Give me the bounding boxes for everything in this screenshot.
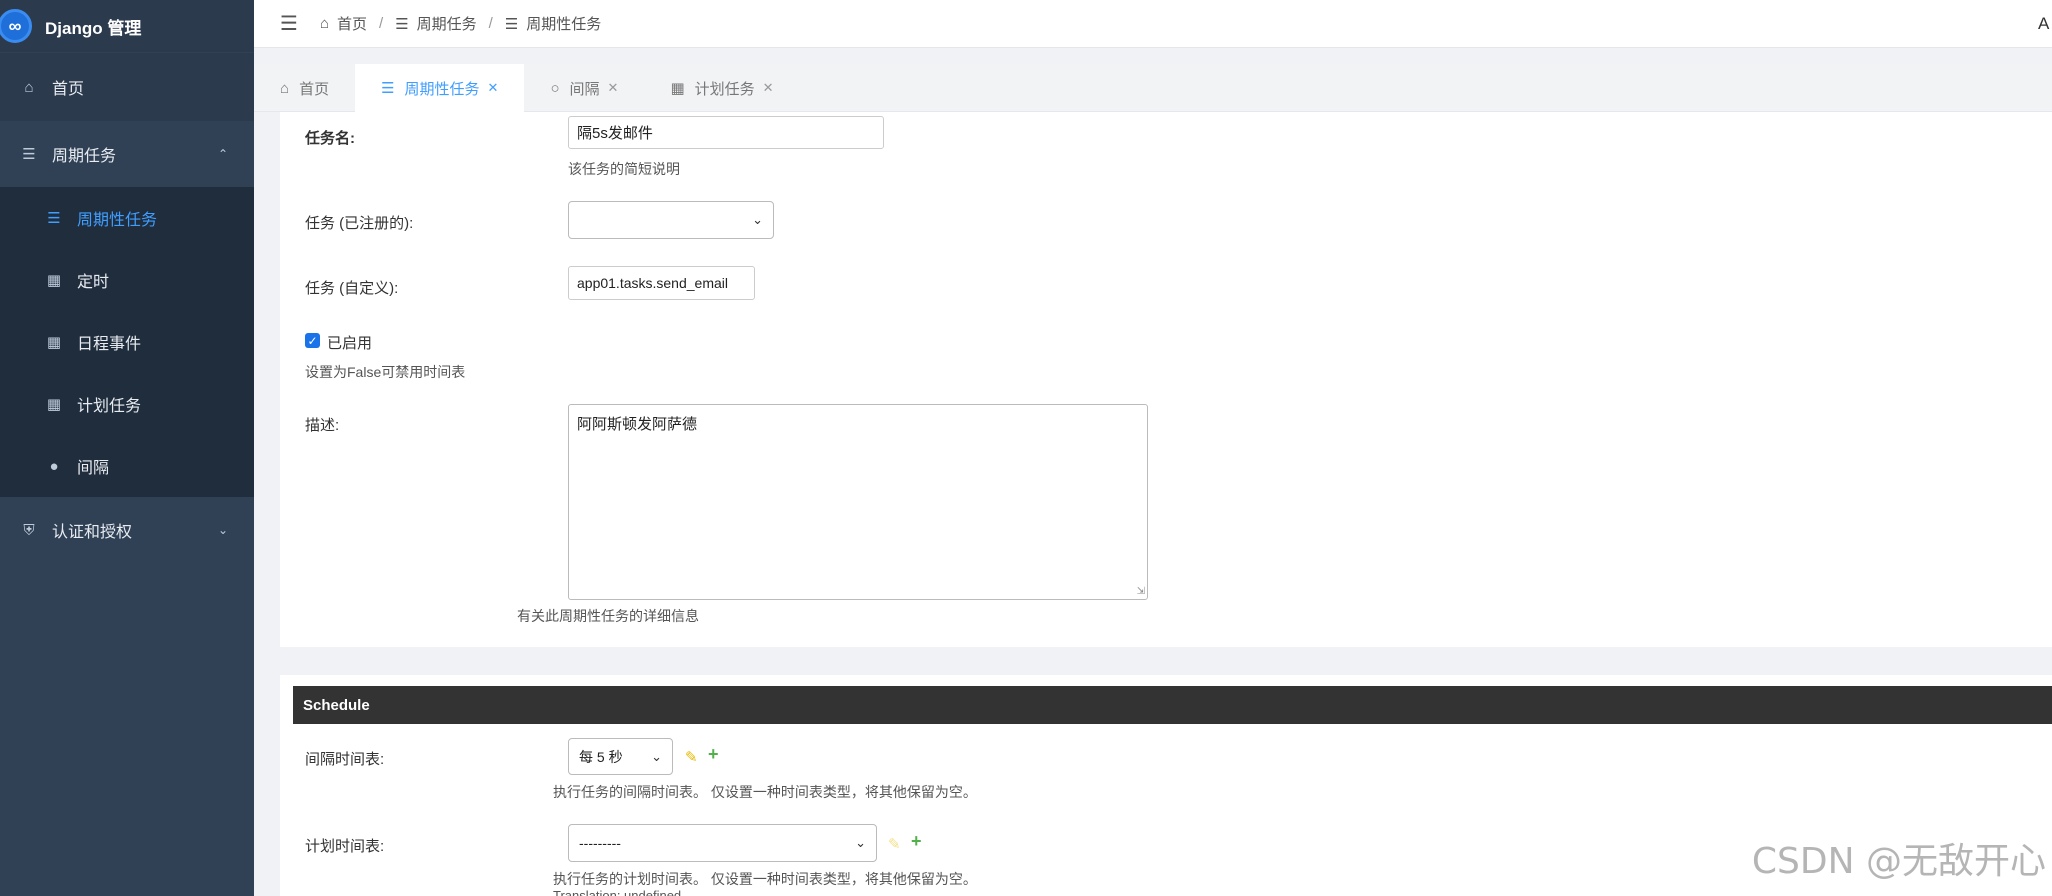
task-registered-label: 任务 (已注册的): [305, 215, 414, 232]
watermark: CSDN @无敌开心 [1751, 841, 2046, 882]
menu-toggle-icon[interactable]: ☰ [280, 11, 298, 36]
sidebar-item-solar[interactable]: ▦ 日程事件 [0, 311, 254, 373]
breadcrumb-periodic-group[interactable]: ☰ 周期任务 [395, 13, 476, 34]
close-icon[interactable]: ✕ [488, 80, 499, 96]
description-textarea[interactable]: 阿阿斯顿发阿萨德 ⇲ [568, 404, 1148, 600]
task-custom-label: 任务 (自定义): [305, 280, 399, 297]
task-custom-input[interactable]: app01.tasks.send_email [568, 266, 755, 300]
calendar-icon: ▦ [46, 272, 62, 289]
logo[interactable]: ∞ Django 管理 [0, 0, 254, 52]
chevron-down-icon: ⌄ [752, 212, 763, 227]
sidebar-item-label: 计划任务 [77, 398, 142, 415]
description-help: 有关此周期性任务的详细信息 [517, 608, 699, 624]
list-icon: ☰ [395, 15, 409, 33]
select-value: 每 5 秒 [579, 748, 623, 765]
home-icon: ⌂ [24, 78, 34, 96]
name-label: 任务名: [305, 130, 355, 147]
top-header: ☰ ⌂ 首页 / ☰ 周期任务 / ☰ 周期性任务 A [254, 0, 2052, 48]
add-plus-icon[interactable]: + [911, 831, 922, 852]
crontab-select[interactable]: --------- ⌄ [568, 824, 877, 862]
calendar-icon: ▦ [46, 334, 62, 351]
tab-crontab[interactable]: ▦ 计划任务 ✕ [644, 64, 799, 112]
enabled-label: 已启用 [327, 335, 373, 352]
add-plus-icon[interactable]: + [708, 744, 719, 765]
crontab-help: 执行任务的计划时间表。 仅设置一种时间表类型，将其他保留为空。 [553, 871, 977, 887]
interval-select[interactable]: 每 5 秒 ⌄ [568, 738, 673, 775]
crontab-help-translation: Translation: undefined [553, 888, 682, 896]
chevron-down-icon: ⌄ [855, 835, 866, 850]
crontab-label: 计划时间表: [305, 838, 385, 855]
app-title: Django 管理 [45, 18, 142, 38]
tab-home[interactable]: ⌂ 首页 [254, 64, 355, 112]
sidebar: ∞ Django 管理 ⌂ 首页 ☰ 周期任务 ⌃ ☰ 周期性任务 ▦ 定时 ▦… [0, 0, 254, 896]
list-icon: ☰ [504, 15, 519, 33]
close-icon[interactable]: ✕ [608, 80, 619, 96]
select-value: --------- [579, 835, 621, 851]
tab-label: 间隔 [569, 80, 600, 98]
list-icon: ☰ [381, 80, 395, 97]
sidebar-item-label: 间隔 [77, 460, 110, 477]
sidebar-item-home[interactable]: ⌂ 首页 [0, 53, 254, 121]
name-input[interactable]: 隔5s发邮件 [568, 116, 884, 149]
tab-interval[interactable]: ○ 间隔 ✕ [524, 64, 644, 112]
sidebar-submenu: ☰ 周期性任务 ▦ 定时 ▦ 日程事件 ▦ 计划任务 ● 间隔 [0, 187, 254, 497]
tab-periodic-task[interactable]: ☰ 周期性任务 ✕ [355, 64, 525, 112]
sidebar-item-clocked[interactable]: ▦ 定时 [0, 249, 254, 311]
shield-icon: ⛨ [23, 521, 35, 539]
name-help: 该任务的简短说明 [568, 161, 680, 177]
enabled-help: 设置为False可禁用时间表 [305, 364, 466, 380]
textarea-value: 阿阿斯顿发阿萨德 [577, 416, 698, 433]
sidebar-item-interval[interactable]: ● 间隔 [0, 435, 254, 497]
breadcrumb-home[interactable]: ⌂ 首页 [320, 13, 367, 34]
home-icon: ⌂ [319, 15, 329, 32]
general-fieldset: 任务名: 隔5s发邮件 该任务的简短说明 任务 (已注册的): ⌄ 任务 (自定… [280, 112, 2052, 647]
sidebar-item-periodic-task[interactable]: ☰ 周期性任务 [0, 187, 254, 249]
schedule-section-title: Schedule [293, 686, 2052, 724]
user-menu[interactable]: A [2038, 14, 2052, 34]
list-icon: ☰ [47, 210, 61, 227]
list-icon: ☰ [22, 146, 36, 163]
home-icon: ⌂ [280, 79, 290, 97]
breadcrumb-current: ☰ 周期性任务 [505, 13, 601, 34]
breadcrumb-label: 首页 [337, 16, 368, 33]
sidebar-item-label: 周期任务 [52, 148, 117, 165]
breadcrumb-separator: / [488, 15, 493, 32]
sidebar-item-crontab[interactable]: ▦ 计划任务 [0, 373, 254, 435]
circle-icon: ● [49, 457, 59, 475]
sidebar-item-label: 认证和授权 [52, 524, 133, 541]
circle-icon: ○ [550, 79, 560, 97]
enabled-checkbox[interactable]: ✓ [305, 333, 320, 348]
task-registered-select[interactable]: ⌄ [568, 201, 774, 239]
chevron-down-icon: ⌄ [217, 523, 228, 537]
resize-handle-icon[interactable]: ⇲ [1137, 586, 1145, 597]
interval-help: 执行任务的间隔时间表。 仅设置一种时间表类型，将其他保留为空。 [553, 784, 977, 800]
edit-pencil-icon[interactable]: ✎ [685, 748, 698, 766]
description-label: 描述: [305, 417, 340, 434]
sidebar-item-label: 日程事件 [77, 336, 142, 353]
tab-bar: ⌂ 首页 ☰ 周期性任务 ✕ ○ 间隔 ✕ ▦ 计划任务 ✕ [254, 64, 2052, 112]
calendar-icon: ▦ [46, 396, 62, 413]
breadcrumb-label: 周期任务 [416, 16, 477, 33]
tab-label: 周期性任务 [404, 80, 480, 98]
edit-pencil-icon: ✎ [888, 836, 901, 853]
sidebar-item-label: 定时 [77, 274, 110, 291]
sidebar-item-periodic-tasks-group[interactable]: ☰ 周期任务 ⌃ [0, 121, 254, 187]
breadcrumb-separator: / [379, 15, 384, 32]
chevron-down-icon: ⌄ [651, 748, 662, 764]
breadcrumb: ⌂ 首页 / ☰ 周期任务 / ☰ 周期性任务 [320, 13, 601, 34]
breadcrumb-label: 周期性任务 [526, 16, 602, 33]
sidebar-item-auth-group[interactable]: ⛨ 认证和授权 ⌄ [0, 497, 254, 563]
logo-icon: ∞ [0, 9, 32, 43]
tab-label: 计划任务 [694, 80, 755, 98]
chevron-up-icon: ⌃ [217, 147, 228, 161]
tab-label: 首页 [299, 80, 330, 98]
close-icon[interactable]: ✕ [763, 80, 774, 96]
interval-label: 间隔时间表: [305, 751, 385, 768]
calendar-icon: ▦ [670, 80, 685, 97]
main-content: 任务名: 隔5s发邮件 该任务的简短说明 任务 (已注册的): ⌄ 任务 (自定… [280, 112, 2052, 896]
sidebar-item-label: 首页 [52, 81, 85, 98]
sidebar-item-label: 周期性任务 [77, 212, 158, 229]
